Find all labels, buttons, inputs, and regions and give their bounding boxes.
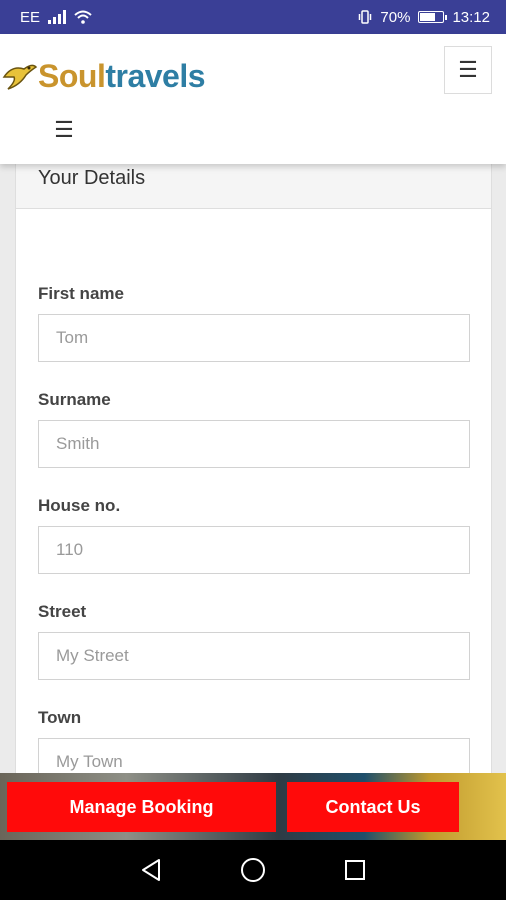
home-circle-icon [241, 858, 265, 882]
hamburger-icon: ☰ [458, 57, 478, 82]
battery-icon [418, 11, 448, 23]
soultravels-logo[interactable]: Soultravels [2, 58, 206, 95]
system-nav-bar [0, 840, 506, 900]
site-header: Soultravels ☰ ☰ [0, 34, 506, 164]
back-triangle-icon [142, 859, 160, 881]
manage-booking-button[interactable]: Manage Booking [7, 782, 276, 832]
recents-square-icon [345, 860, 365, 880]
home-button[interactable] [233, 850, 273, 890]
battery-percent: 70% [380, 8, 411, 26]
logo-bird-icon [2, 64, 38, 90]
form-title: Your Details [38, 167, 146, 189]
vibrate-icon [359, 10, 372, 24]
street-input[interactable] [38, 632, 470, 680]
surname-label: Surname [38, 390, 111, 409]
status-bar: EE 70% 13:12 [0, 0, 506, 34]
first-name-label: First name [38, 284, 124, 303]
street-label: Street [38, 602, 87, 621]
action-bar: Manage Booking Contact Us [0, 773, 506, 840]
house-no-input[interactable] [38, 526, 470, 574]
hamburger-menu-button[interactable]: ☰ [444, 46, 492, 94]
house-no-label: House no. [38, 496, 121, 515]
hamburger-icon: ☰ [54, 117, 74, 142]
town-label: Town [38, 708, 82, 727]
wifi-icon [74, 10, 92, 24]
clock: 13:12 [452, 8, 490, 26]
recents-button[interactable] [335, 850, 375, 890]
contact-us-button[interactable]: Contact Us [287, 782, 459, 832]
carrier-label: EE [20, 8, 41, 26]
secondary-menu-button[interactable]: ☰ [52, 117, 76, 142]
logo-text-soul: Soul [38, 58, 106, 94]
signal-icon [48, 10, 67, 24]
details-form-card: Your Details First name Surname House no… [15, 150, 492, 790]
logo-text-travels: travels [105, 58, 206, 94]
first-name-input[interactable] [38, 314, 470, 362]
surname-input[interactable] [38, 420, 470, 468]
back-button[interactable] [131, 850, 171, 890]
